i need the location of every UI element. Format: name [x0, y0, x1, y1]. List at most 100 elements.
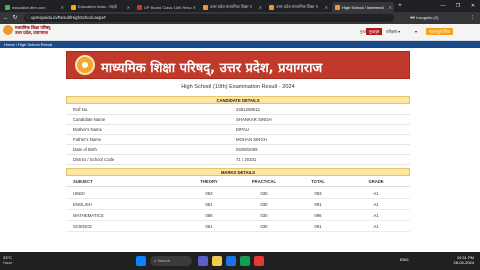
field-value: SHANKAR SINGH — [236, 117, 272, 122]
browser-tab-5[interactable]: उत्तर प्रदेश माध्यमिक शिक्षा प ✕ — [266, 2, 330, 12]
column-header: THEORY — [200, 179, 218, 184]
board-logo-icon[interactable] — [3, 25, 13, 35]
address-bar[interactable]: ⓘ upmspuldu.in/Result/HighSchool.aspx# ☆ — [24, 14, 414, 22]
org-name-line-2: उत्तर प्रदेश, प्रयागराज — [15, 30, 48, 35]
close-tab-icon[interactable]: ✕ — [259, 5, 262, 10]
close-tab-icon[interactable]: ✕ — [127, 5, 130, 10]
field-label: Candidate Name — [73, 117, 106, 122]
candidate-row: Candidate Name SHANKAR SINGH — [66, 115, 410, 125]
nav-dropdown[interactable]: ▾ — [412, 28, 420, 35]
close-tab-icon[interactable]: ✕ — [325, 5, 328, 10]
system-tray[interactable]: ENG — [400, 257, 409, 262]
nav-important-links-button[interactable]: महत्वपूर्ण लिंक — [426, 28, 453, 35]
tab-title: education.lifre.com — [12, 4, 46, 10]
windows-taskbar: 33°C Haze ⌕ Search ENG 10:31 PM 28-04-20… — [0, 252, 480, 270]
field-label: Mother's Name — [73, 127, 102, 132]
candidate-row: Father's Name MOHAN SINGH — [66, 135, 410, 145]
new-tab-button[interactable]: + — [396, 2, 404, 10]
minimize-button[interactable]: — — [436, 1, 450, 11]
page-content: माध्यमिक शिक्षा परिषद् उत्तर प्रदेश, प्र… — [0, 24, 480, 252]
field-label: Father's Name — [73, 137, 102, 142]
subject-cell: HINDI — [73, 191, 85, 196]
column-header: TOTAL — [311, 179, 325, 184]
field-value: 71 / 20101 — [236, 157, 257, 162]
table-row: SCIENCE 061 030 091 A1 — [66, 221, 410, 232]
nav-exams-menu[interactable]: परीक्षाएं ▾ — [383, 28, 403, 35]
banner-title: माध्यमिक शिक्षा परिषद्, उत्तर प्रदेश, प्… — [101, 61, 323, 76]
grade-cell: A1 — [373, 224, 379, 229]
board-banner: माध्यमिक शिक्षा परिषद्, उत्तर प्रदेश, प्… — [66, 51, 410, 79]
reload-icon[interactable]: ↻ — [11, 14, 19, 22]
taskbar-clock[interactable]: 10:31 PM 28-04-2024 — [440, 255, 474, 265]
close-window-button[interactable]: ✕ — [466, 1, 480, 11]
tab-title: High School / Intermedi — [342, 4, 384, 10]
practical-cell: 030 — [260, 191, 268, 196]
candidate-row: District / School Code 71 / 20101 — [66, 155, 410, 165]
practical-cell: 030 — [260, 213, 268, 218]
app-icon[interactable] — [254, 256, 264, 266]
task-view-icon[interactable] — [198, 256, 208, 266]
field-value: DIPALI — [236, 127, 250, 132]
total-cell: 091 — [314, 224, 322, 229]
theory-cell: 061 — [205, 224, 213, 229]
file-explorer-icon[interactable] — [212, 256, 222, 266]
app-icon[interactable] — [240, 256, 250, 266]
total-cell: 093 — [314, 191, 322, 196]
theory-cell: 061 — [205, 202, 213, 207]
tab-strip: education.lifre.com ✕ Education India - … — [0, 0, 480, 12]
field-value: 2451208612 — [236, 107, 260, 112]
table-row: ENGLISH 061 030 091 A1 — [66, 199, 410, 210]
browser-tab-2[interactable]: Education India - पढ़ाई ✕ — [68, 2, 132, 12]
tab-title: Education India - पढ़ाई — [78, 4, 117, 9]
subject-cell: SCIENCE — [73, 224, 93, 229]
grade-cell: A1 — [373, 202, 379, 207]
field-value: MOHAN SINGH — [236, 137, 267, 142]
favicon-icon — [71, 4, 76, 10]
start-icon[interactable] — [136, 256, 146, 266]
profile-label: Incognito (2) — [416, 15, 439, 20]
practical-cell: 030 — [260, 202, 268, 207]
favicon-icon — [335, 4, 340, 10]
browser-tab-1[interactable]: education.lifre.com ✕ — [2, 2, 66, 12]
table-row: HINDI 063 030 093 A1 — [66, 188, 410, 199]
incognito-profile-button[interactable]: 🕶 Incognito (2) — [410, 14, 438, 22]
site-info-icon[interactable]: ⓘ — [26, 14, 30, 22]
taskbar-search[interactable]: ⌕ Search — [150, 256, 192, 266]
marks-table-header: SUBJECT THEORY PRACTICAL TOTAL GRADE — [66, 177, 410, 187]
theory-cell: 063 — [205, 191, 213, 196]
practical-cell: 030 — [260, 224, 268, 229]
clock-date: 28-04-2024 — [453, 260, 474, 265]
candidate-details-heading: CANDIDATE DETAILS — [66, 96, 410, 104]
field-label: Roll No. — [73, 107, 89, 112]
grade-cell: A1 — [373, 213, 379, 218]
chrome-icon[interactable] — [226, 256, 236, 266]
total-cell: 091 — [314, 202, 322, 207]
favicon-icon — [5, 4, 10, 10]
breadcrumb: Home / High School Result — [0, 41, 480, 48]
menu-icon[interactable]: ⋮ — [470, 14, 475, 22]
field-value: 04/09/2009 — [236, 147, 258, 152]
browser-tab-3[interactable]: UP Board Class 10th Resu ✕ — [134, 2, 198, 12]
close-tab-icon[interactable]: ✕ — [61, 5, 64, 10]
tab-title: उत्तर प्रदेश माध्यमिक शिक्षा प — [210, 4, 252, 9]
close-tab-icon[interactable]: ✕ — [193, 5, 196, 10]
candidate-row: Date of Birth 04/09/2009 — [66, 145, 410, 155]
close-tab-icon[interactable]: ✕ — [389, 5, 392, 10]
tab-title: उत्तर प्रदेश माध्यमिक शिक्षा प — [276, 4, 318, 9]
exam-title: High School (10th) Examination Result - … — [181, 84, 295, 90]
column-header: PRACTICAL — [251, 179, 277, 184]
search-label: Search — [157, 258, 171, 263]
browser-tab-4[interactable]: उत्तर प्रदेश माध्यमिक शिक्षा प ✕ — [200, 2, 264, 12]
up-emblem-icon — [75, 55, 95, 75]
back-icon[interactable]: ← — [2, 14, 10, 22]
field-label: Date of Birth — [73, 147, 97, 152]
nav-home-button[interactable]: मुखपृष्ठ — [366, 28, 383, 35]
column-header: SUBJECT — [73, 179, 93, 184]
grade-cell: A1 — [373, 191, 379, 196]
weather-condition: Haze — [3, 260, 13, 265]
field-label: District / School Code — [73, 157, 115, 162]
maximize-button[interactable]: ❐ — [451, 1, 465, 11]
weather-widget[interactable]: 33°C Haze — [3, 255, 12, 265]
org-name: माध्यमिक शिक्षा परिषद् उत्तर प्रदेश, प्र… — [15, 25, 50, 35]
browser-tab-6-active[interactable]: High School / Intermedi ✕ — [332, 2, 394, 12]
